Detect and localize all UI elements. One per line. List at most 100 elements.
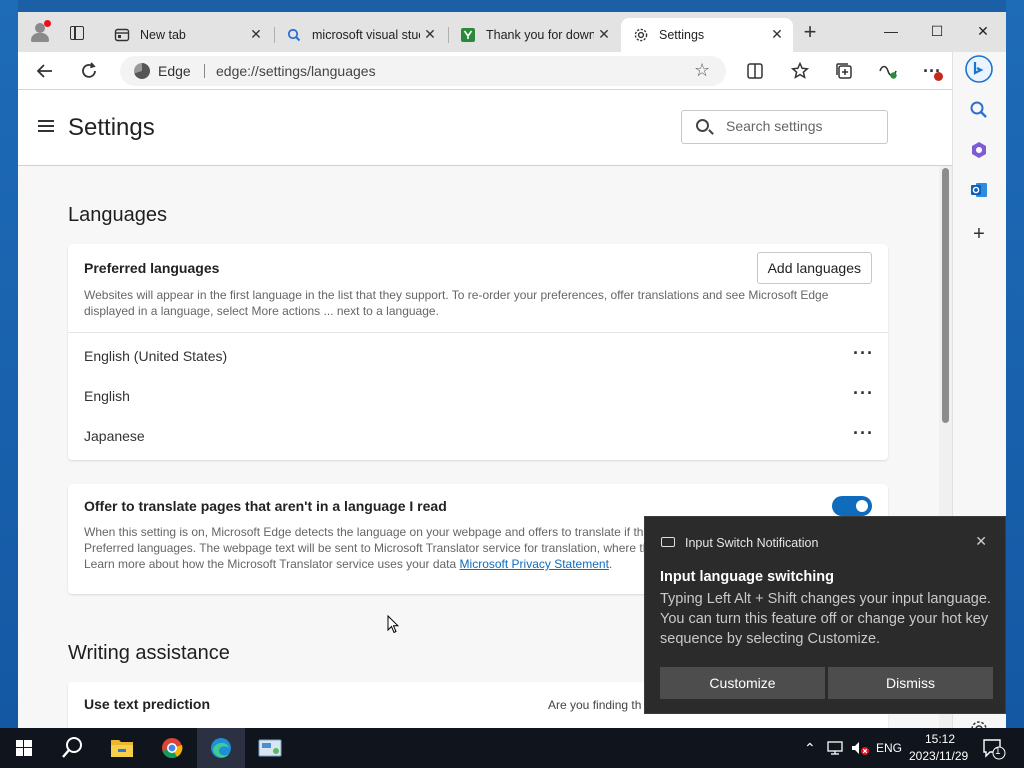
privacy-statement-link[interactable]: Microsoft Privacy Statement — [460, 557, 609, 571]
browser-toolbar: Edge edge://settings/languages ☆ ··· — [18, 52, 1006, 90]
tab-actions-icon[interactable] — [70, 26, 84, 40]
section-title-languages: Languages — [68, 204, 167, 226]
favorite-star-icon[interactable]: ☆ — [694, 60, 710, 81]
language-name: English — [84, 388, 130, 404]
more-actions-icon[interactable]: ··· — [853, 423, 874, 444]
maximize-button[interactable]: ☐ — [922, 20, 952, 42]
keyboard-icon — [661, 537, 675, 547]
sidebar-search-icon[interactable] — [968, 99, 990, 121]
add-languages-button[interactable]: Add languages — [756, 252, 872, 284]
tab-download[interactable]: Thank you for down ✕ — [448, 18, 620, 52]
feedback-text: Are you finding th — [548, 698, 642, 712]
clock-date[interactable]: 2023/11/29 — [909, 749, 968, 763]
sidebar-settings-icon[interactable] — [968, 718, 990, 728]
tab-search[interactable]: microsoft visual stuc ✕ — [274, 18, 446, 52]
network-icon[interactable] — [826, 740, 844, 756]
newtab-icon — [114, 28, 130, 42]
bing-copilot-icon[interactable] — [964, 54, 994, 84]
control-panel-icon[interactable] — [246, 728, 294, 768]
language-name: English (United States) — [84, 348, 228, 364]
tab-label: Thank you for down — [486, 28, 594, 42]
desktop-background-right — [1006, 0, 1024, 728]
language-row: Japanese ··· — [84, 423, 874, 448]
page-title: Settings — [68, 114, 155, 141]
search-input[interactable] — [726, 118, 876, 134]
card-title: Use text prediction — [84, 696, 211, 712]
language-row: English ··· — [84, 383, 874, 408]
input-switch-notification: Input Switch Notification ✕ Input langua… — [644, 516, 1006, 714]
tab-strip: New tab ✕ microsoft visual stuc ✕ Thank … — [18, 12, 1006, 52]
copilot-icon[interactable] — [968, 139, 990, 161]
desktop-background — [0, 0, 18, 728]
divider — [68, 332, 888, 333]
edge-taskbar-icon[interactable] — [197, 728, 245, 768]
dismiss-button[interactable]: Dismiss — [828, 667, 993, 699]
mouse-cursor-icon — [387, 615, 399, 634]
chrome-icon[interactable] — [148, 728, 196, 768]
back-icon[interactable] — [34, 60, 56, 82]
more-actions-icon[interactable]: ··· — [853, 383, 874, 404]
edge-logo-icon — [134, 63, 150, 79]
card-title: Offer to translate pages that aren't in … — [84, 498, 447, 514]
collections-icon[interactable] — [833, 60, 855, 82]
card-description: Websites will appear in the first langua… — [84, 288, 829, 318]
tab-settings[interactable]: Settings ✕ — [621, 18, 793, 52]
minimize-button[interactable]: — — [876, 20, 906, 42]
notification-body: Typing Left Alt + Shift changes your inp… — [660, 591, 991, 647]
more-actions-icon[interactable]: ··· — [921, 60, 943, 82]
notification-app-name: Input Switch Notification — [685, 536, 819, 550]
search-icon — [696, 119, 709, 132]
add-sidebar-app-icon[interactable]: + — [968, 223, 990, 245]
close-icon[interactable]: ✕ — [975, 533, 987, 550]
menu-icon[interactable] — [38, 120, 54, 132]
tab-close-icon[interactable]: ✕ — [248, 26, 264, 42]
gear-icon — [634, 28, 648, 42]
tab-label: New tab — [140, 28, 186, 42]
taskbar: ⌃ ENG 15:12 2023/11/29 1 — [0, 728, 1024, 768]
url-divider — [204, 64, 205, 78]
card-title: Preferred languages — [84, 260, 220, 276]
translate-toggle[interactable] — [832, 496, 872, 516]
search-icon — [287, 28, 301, 42]
card-description: Learn more about how the Microsoft Trans… — [84, 557, 613, 571]
tab-label: microsoft visual stuc — [312, 28, 420, 42]
tray-overflow-icon[interactable]: ⌃ — [804, 740, 816, 757]
start-windows-icon[interactable] — [0, 728, 48, 768]
browser-essentials-icon[interactable] — [877, 60, 899, 82]
settings-search-box[interactable] — [681, 110, 888, 144]
download-site-icon — [461, 28, 475, 42]
scrollbar-thumb[interactable] — [942, 168, 949, 423]
site-label: Edge — [158, 63, 191, 79]
new-tab-button[interactable]: + — [801, 21, 819, 43]
settings-header: Settings — [18, 90, 952, 166]
language-row: English (United States) ··· — [84, 343, 874, 368]
clock-time[interactable]: 15:12 — [925, 732, 955, 746]
preferred-languages-card: Preferred languages Add languages Websit… — [68, 244, 888, 460]
customize-button[interactable]: Customize — [660, 667, 825, 699]
tab-new-tab[interactable]: New tab ✕ — [102, 18, 272, 52]
profile-icon[interactable] — [30, 20, 51, 42]
file-explorer-icon[interactable] — [98, 728, 146, 768]
card-description: When this setting is on, Microsoft Edge … — [84, 525, 644, 539]
favorites-icon[interactable] — [789, 60, 811, 82]
volume-muted-icon[interactable] — [850, 740, 870, 756]
url-text[interactable]: edge://settings/languages — [216, 63, 376, 79]
address-bar[interactable]: Edge edge://settings/languages ☆ — [120, 56, 726, 86]
notification-count-badge: 1 — [995, 746, 1001, 757]
tab-close-icon[interactable]: ✕ — [422, 26, 438, 42]
tab-close-icon[interactable]: ✕ — [596, 26, 612, 42]
tab-label: Settings — [659, 28, 705, 42]
input-language-indicator[interactable]: ENG — [876, 741, 902, 755]
close-window-button[interactable]: ✕ — [968, 20, 998, 42]
more-actions-icon[interactable]: ··· — [853, 343, 874, 364]
search-icon[interactable] — [48, 728, 96, 768]
refresh-icon[interactable] — [78, 60, 100, 82]
tab-close-icon[interactable]: ✕ — [769, 26, 785, 42]
notification-title: Input language switching — [660, 569, 834, 585]
learn-more-text: Learn more about how the Microsoft Trans… — [84, 557, 457, 571]
language-name: Japanese — [84, 428, 145, 444]
outlook-icon[interactable] — [968, 179, 990, 201]
card-description: Preferred languages. The webpage text wi… — [84, 541, 644, 555]
section-title-writing: Writing assistance — [68, 642, 230, 664]
split-screen-icon[interactable] — [744, 60, 766, 82]
